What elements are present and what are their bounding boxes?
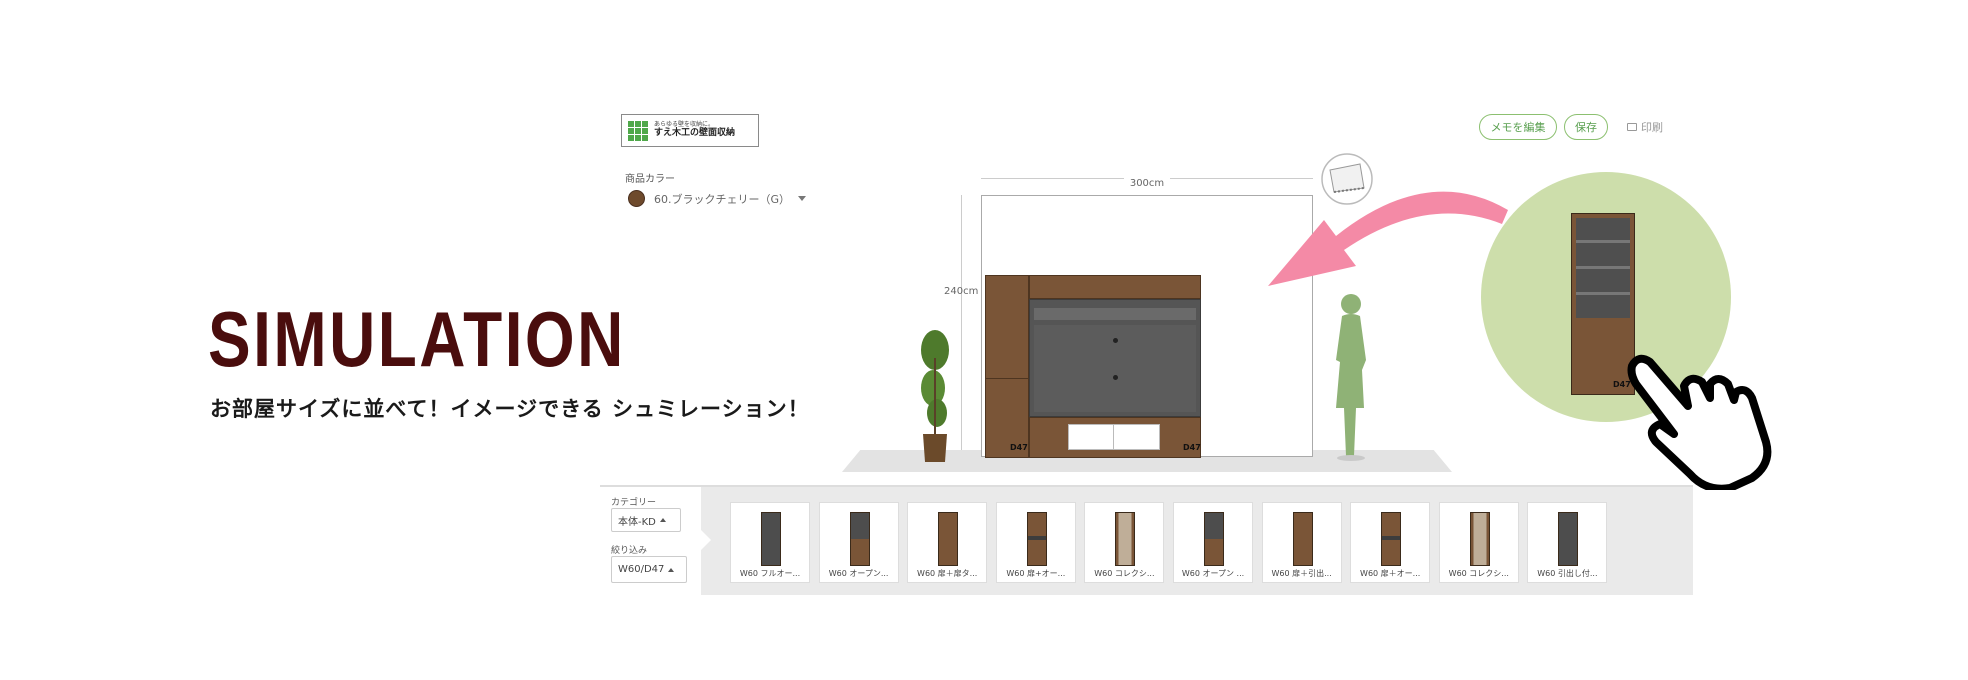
strip-notch [701,530,711,550]
catalog-item-label: W60 扉＋扉タ... [917,569,978,578]
chevron-down-icon [798,196,807,201]
catalog-item-card[interactable]: W60 扉+オー... [995,502,1076,583]
logo-name: すえ木工の壁面収納 [654,127,736,138]
shelf-line [1576,240,1630,243]
depth-label-right: D47 [1183,443,1201,452]
brand-logo[interactable]: あらゆる壁を収納に。 すえ木工の壁面収納 [621,114,759,147]
filter-value: W60/D47 [618,564,665,575]
shelf-line [1576,292,1630,295]
lowboard-door-divider [1113,424,1114,450]
catalog-item-thumbnail [1558,512,1579,566]
chevron-up-icon [659,518,666,522]
catalog-item-thumbnail [938,512,959,566]
catalog-item-label: W60 扉＋オー... [1360,569,1421,578]
category-label: カテゴリー [611,498,657,508]
catalog-item-thumbnail [849,512,870,566]
printer-icon [1627,123,1637,131]
catalog-item-card[interactable]: W60 扉＋扉タ... [907,502,988,583]
color-value: 60.ブラックチェリー（G） [654,192,791,206]
depth-label-left: D47 [1010,443,1028,452]
catalog-item-label: W60 コレクシ... [1094,569,1155,578]
shelf-line [1576,266,1630,269]
catalog-item-label: W60 扉+オー... [1006,569,1066,578]
height-dimension-label: 240cm [944,286,979,297]
catalog-item-label: W60 扉＋引出... [1271,569,1332,578]
hero-title: SIMULATION [208,295,626,383]
catalog-item-label: W60 コレクシ... [1448,569,1509,578]
catalog-item-thumbnail [1381,512,1402,566]
catalog-item-label: W60 引出し付... [1537,569,1598,578]
edit-memo-button[interactable]: メモを編集 [1479,114,1557,140]
color-label: 商品カラー [625,174,675,185]
color-swatch [628,190,645,207]
catalog-item-card[interactable]: W60 コレクシ... [1084,502,1165,583]
pointing-hand-icon [1627,354,1772,490]
print-label: 印刷 [1641,121,1663,134]
save-button[interactable]: 保存 [1564,114,1608,140]
side-cabinet-left[interactable] [985,275,1029,458]
logo-grid-icon [628,120,648,141]
lowboard-glass-door [1068,424,1160,450]
catalog-item-card[interactable]: W60 引出し付... [1527,502,1608,583]
person-silhouette-icon [1336,294,1366,461]
catalog-item-thumbnail [1469,512,1490,566]
filter-label: 絞り込み [611,546,648,556]
catalog-item-thumbnail [1026,512,1047,566]
top-bridge-shelf[interactable] [1029,275,1201,299]
mount-hole [1113,375,1118,380]
filter-dropdown[interactable]: W60/D47 [611,556,687,583]
category-dropdown[interactable]: 本体-KD [611,508,681,532]
catalog-item-label: W60 オープン... [828,569,889,578]
height-dimension-line [961,195,962,457]
catalog-item-card[interactable]: W60 扉＋引出... [1261,502,1342,583]
catalog-item-label: W60 オープン ... [1181,569,1245,578]
print-button[interactable]: 印刷 [1627,119,1663,135]
catalog-item-thumbnail [1115,512,1136,566]
catalog-item-card[interactable]: W60 オープン... [818,502,899,583]
catalog-item-thumbnail [1292,512,1313,566]
mount-hole [1113,338,1118,343]
catalog-item-card[interactable]: W60 オープン ... [1173,502,1253,583]
catalog-item-label: W60 フルオー... [739,569,801,578]
catalog-item-card[interactable]: W60 フルオー... [730,502,810,583]
hero-subtitle: お部屋サイズに並べて！イメージできる シュミレーション！ [210,397,810,421]
drag-arrow-icon [1268,191,1508,286]
catalog-item-card[interactable]: W60 扉＋オー... [1350,502,1431,583]
catalog-item-thumbnail [761,512,781,566]
catalog-item-card[interactable]: W60 コレクシ... [1438,502,1519,583]
chevron-up-icon [668,567,675,572]
cabinet-divider [985,378,1029,379]
catalog-item-thumbnail [1204,512,1224,566]
category-value: 本体-KD [618,516,656,528]
tv-panel-shelf [1034,308,1196,320]
color-select[interactable]: 60.ブラックチェリー（G） [628,190,807,207]
plant-icon [921,330,949,462]
